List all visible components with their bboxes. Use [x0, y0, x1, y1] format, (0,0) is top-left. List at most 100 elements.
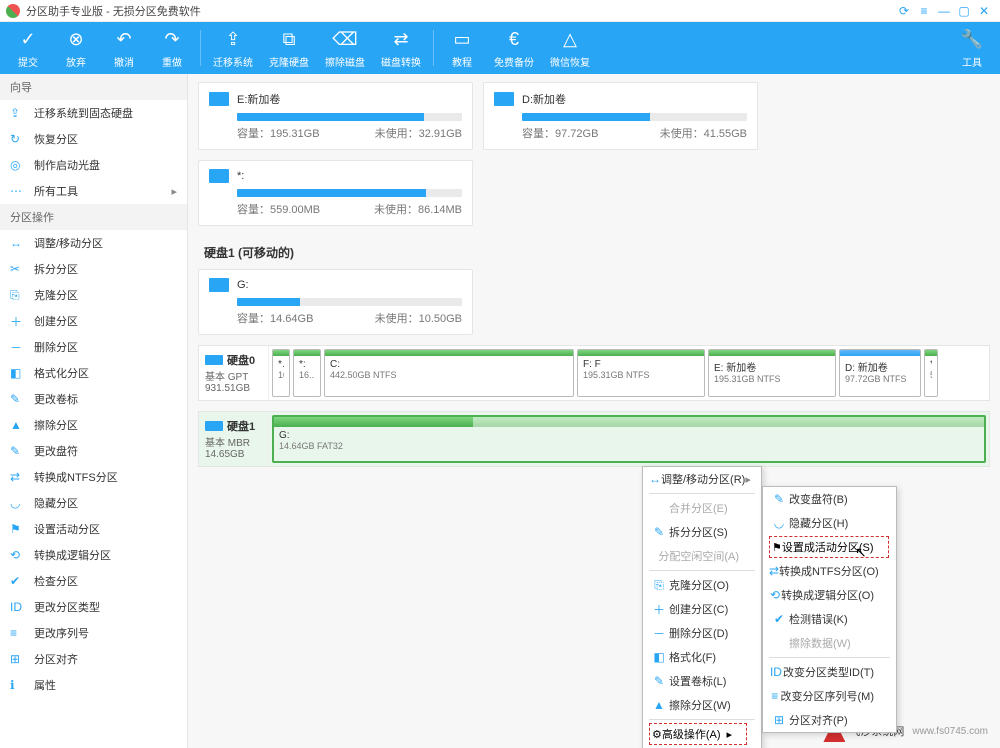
sidebar-op-11[interactable]: ⚑设置活动分区	[0, 516, 187, 542]
sidebar-op-17[interactable]: ℹ属性	[0, 672, 187, 698]
menu-icon[interactable]: ≡	[914, 3, 934, 19]
disk1-part-g[interactable]: G:14.64GB FAT32	[272, 415, 986, 463]
ctx1-item-3: 分配空闲空间(A)	[643, 544, 761, 568]
app-logo-icon	[6, 4, 20, 18]
ctx-icon: ✔	[769, 612, 789, 626]
ctx2a-item-0[interactable]: ✎改变盘符(B)	[763, 487, 896, 511]
disk-icon	[209, 92, 229, 106]
sidebar-op-16[interactable]: ⊞分区对齐	[0, 646, 187, 672]
disk0-part-0[interactable]: *:10...	[272, 349, 290, 397]
sidebar-head-ops: 分区操作	[0, 204, 187, 230]
app-title: 分区助手专业版 - 无损分区免费软件	[26, 3, 894, 19]
sidebar-op-13[interactable]: ✔检查分区	[0, 568, 187, 594]
disk0-part-3[interactable]: F: F195.31GB NTFS	[577, 349, 705, 397]
content-area: E:新加卷 容量：195.31GB未使用：32.91GB D:新加卷 容量：97…	[188, 74, 1000, 748]
titlebar: 分区助手专业版 - 无损分区免费软件 ⟳ ≡ — ▢ ✕	[0, 0, 1000, 22]
ctx-icon: ID	[769, 665, 783, 679]
ctx1-item-2[interactable]: ✎拆分分区(S)	[643, 520, 761, 544]
op-icon: －	[10, 340, 28, 354]
sidebar-wiz-0[interactable]: ⇪迁移系统到固态硬盘	[0, 100, 187, 126]
minimize-icon[interactable]: —	[934, 3, 954, 19]
sidebar-op-6[interactable]: ✎更改卷标	[0, 386, 187, 412]
disk1-head[interactable]: 硬盘1 基本 MBR 14.65GB	[199, 412, 269, 466]
ctx1-item-6[interactable]: －删除分区(D)	[643, 621, 761, 645]
disk0-part-1[interactable]: *:16...	[293, 349, 321, 397]
wipe-button[interactable]: ⌫擦除磁盘	[317, 22, 373, 74]
migrate-button[interactable]: ⇪迁移系统	[205, 22, 261, 74]
disk0-head[interactable]: 硬盘0 基本 GPT 931.51GB	[199, 346, 269, 400]
disk0-part-6[interactable]: *:5...	[924, 349, 938, 397]
sidebar-wiz-3[interactable]: ⋯所有工具▸	[0, 178, 187, 204]
sidebar-op-3[interactable]: ＋创建分区	[0, 308, 187, 334]
op-icon: ✎	[10, 392, 28, 406]
sidebar-op-14[interactable]: ID更改分区类型	[0, 594, 187, 620]
sidebar-op-10[interactable]: ◡隐藏分区	[0, 490, 187, 516]
ctx1-item-1: 合并分区(E)	[643, 496, 761, 520]
ctx2a-item-1[interactable]: ◡隐藏分区(H)	[763, 511, 896, 535]
ctx2b-item-5[interactable]: ≡改变分区序列号(M)	[763, 684, 896, 708]
redo-button[interactable]: ↷重做	[148, 22, 196, 74]
context-menu: ↔调整/移动分区(R)▸ 合并分区(E)✎拆分分区(S)分配空闲空间(A) ⎘克隆分…	[642, 466, 762, 748]
disk0-part-4[interactable]: E: 新加卷195.31GB NTFS	[708, 349, 836, 397]
ctx1-item-4[interactable]: ⎘克隆分区(O)	[643, 573, 761, 597]
partition-card-e[interactable]: E:新加卷 容量：195.31GB未使用：32.91GB	[198, 82, 473, 150]
undo-button[interactable]: ↶撤消	[100, 22, 148, 74]
op-icon: ⇄	[10, 470, 28, 484]
wiz-icon: ↻	[10, 132, 28, 146]
ctx-set-active[interactable]: ⚑设置成活动分区(S)	[763, 535, 896, 559]
op-icon: ↔	[10, 236, 28, 250]
clone-button[interactable]: ⧉克隆硬盘	[261, 22, 317, 74]
sidebar-wiz-2[interactable]: ◎制作启动光盘	[0, 152, 187, 178]
ctx2b-item-0[interactable]: ⇄转换成NTFS分区(O)	[763, 559, 896, 583]
submit-button[interactable]: ✓提交	[4, 22, 52, 74]
disk0-part-2[interactable]: C:442.50GB NTFS	[324, 349, 574, 397]
ctx-icon: －	[649, 625, 669, 642]
wiz-icon: ⇪	[10, 106, 28, 120]
disk0-part-5[interactable]: D: 新加卷97.72GB NTFS	[839, 349, 921, 397]
discard-button[interactable]: ⊗放弃	[52, 22, 100, 74]
partition-card-star[interactable]: *: 容量：559.00MB未使用：86.14MB	[198, 160, 473, 226]
close-icon[interactable]: ✕	[974, 3, 994, 19]
ctx2b-item-2[interactable]: ✔检测错误(K)	[763, 607, 896, 631]
tools-button[interactable]: 🔧工具	[948, 22, 996, 74]
maximize-icon[interactable]: ▢	[954, 3, 974, 19]
ctx-icon: ◡	[769, 516, 789, 530]
op-icon: ✔	[10, 574, 28, 588]
sidebar-op-1[interactable]: ✂拆分分区	[0, 256, 187, 282]
ctx2b-item-1[interactable]: ⟲转换成逻辑分区(O)	[763, 583, 896, 607]
sidebar-op-5[interactable]: ◧格式化分区	[0, 360, 187, 386]
tutorial-button[interactable]: ▭教程	[438, 22, 486, 74]
sidebar-op-12[interactable]: ⟲转换成逻辑分区	[0, 542, 187, 568]
ctx1-item-0[interactable]: ↔调整/移动分区(R)▸	[643, 467, 761, 491]
refresh-icon[interactable]: ⟳	[894, 3, 914, 19]
op-icon: ◧	[10, 366, 28, 380]
ctx1-item-5[interactable]: ＋创建分区(C)	[643, 597, 761, 621]
convert-button[interactable]: ⇄磁盘转换	[373, 22, 429, 74]
sidebar-op-2[interactable]: ⎘克隆分区	[0, 282, 187, 308]
ctx-icon: ↔	[649, 472, 661, 486]
ctx1-item-9[interactable]: ▲擦除分区(W)	[643, 693, 761, 717]
sidebar-op-4[interactable]: －删除分区	[0, 334, 187, 360]
ctx1-item-8[interactable]: ✎设置卷标(L)	[643, 669, 761, 693]
gear-icon: ⚙	[652, 728, 662, 741]
ctx-icon: ⇄	[769, 564, 779, 578]
wechat-button[interactable]: △微信恢复	[542, 22, 598, 74]
backup-button[interactable]: €免费备份	[486, 22, 542, 74]
sidebar-wiz-1[interactable]: ↻恢复分区	[0, 126, 187, 152]
sidebar-op-9[interactable]: ⇄转换成NTFS分区	[0, 464, 187, 490]
op-icon: ✎	[10, 444, 28, 458]
sidebar-op-0[interactable]: ↔调整/移动分区	[0, 230, 187, 256]
sidebar-op-7[interactable]: ▲擦除分区	[0, 412, 187, 438]
ctx2b-item-6[interactable]: ⊞分区对齐(P)	[763, 708, 896, 732]
ctx-icon: ✎	[769, 492, 789, 506]
sidebar-op-8[interactable]: ✎更改盘符	[0, 438, 187, 464]
ctx-advanced[interactable]: ⚙高级操作(A)▸	[643, 722, 761, 746]
ctx-icon: ≡	[769, 689, 781, 703]
op-icon: ⊞	[10, 652, 28, 666]
disk-icon	[205, 355, 223, 365]
partition-card-g[interactable]: G: 容量：14.64GB未使用：10.50GB	[198, 269, 473, 335]
partition-card-d[interactable]: D:新加卷 容量：97.72GB未使用：41.55GB	[483, 82, 758, 150]
ctx2b-item-4[interactable]: ID改变分区类型ID(T)	[763, 660, 896, 684]
sidebar-op-15[interactable]: ≡更改序列号	[0, 620, 187, 646]
ctx1-item-7[interactable]: ◧格式化(F)	[643, 645, 761, 669]
